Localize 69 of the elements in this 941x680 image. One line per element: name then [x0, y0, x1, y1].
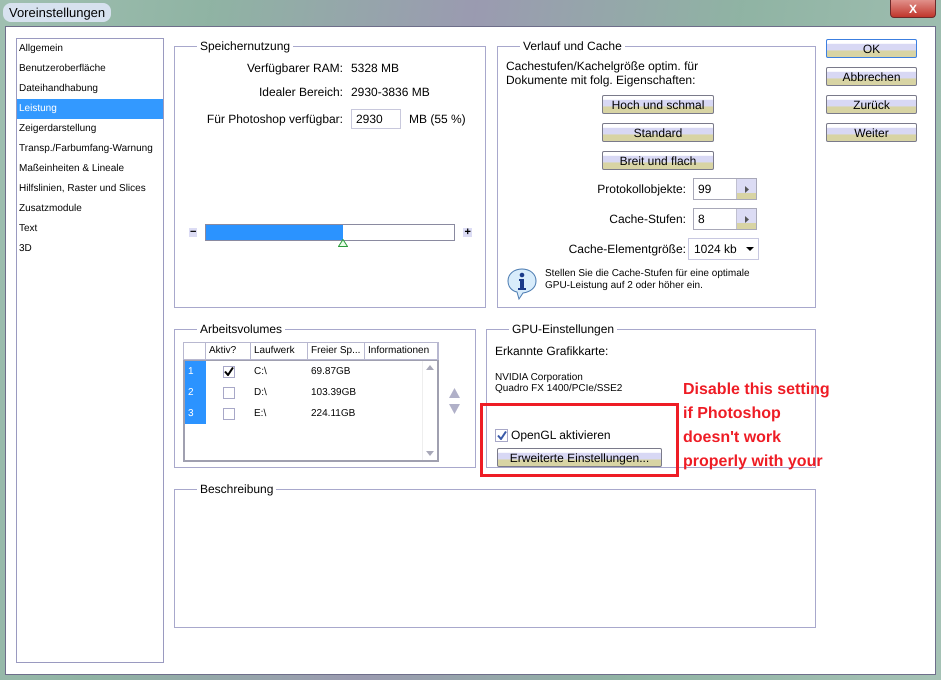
table-cell-text: 224.11GB [310, 408, 356, 419]
table-cell-text: 103.39GB [310, 387, 358, 398]
active-checkbox[interactable] [222, 366, 234, 378]
field-label: Cache-Stufen: [608, 212, 686, 226]
preset-button[interactable]: Standard [602, 123, 714, 142]
sidebar-item[interactable]: Dateihandhabung [17, 79, 163, 99]
sidebar-item[interactable]: Hilfslinien, Raster und Slices [17, 179, 163, 199]
column-header: Aktiv? [206, 343, 251, 359]
spinner-field[interactable]: 8 [693, 208, 757, 230]
increase-button[interactable]: + [463, 228, 472, 237]
close-button[interactable]: X [890, 0, 936, 18]
sidebar-item[interactable]: Transp./Farbumfang-Warnung [17, 139, 163, 159]
scroll-up-icon[interactable] [426, 365, 434, 370]
sidebar-item[interactable]: Benutzeroberfläche [17, 59, 163, 79]
sidebar-item[interactable]: Allgemein [17, 39, 163, 59]
dialog-button[interactable]: Zurück [826, 95, 917, 114]
column-header: Laufwerk [251, 343, 308, 359]
detected-card-label: Erkannte Grafikkarte: [495, 344, 610, 358]
info-icon [506, 268, 539, 300]
opengl-checkbox[interactable] [495, 428, 508, 442]
move-down-icon[interactable] [449, 404, 460, 414]
move-up-icon[interactable] [449, 388, 460, 398]
sidebar-item[interactable]: Zeigerdarstellung [17, 119, 163, 139]
scroll-down-icon[interactable] [426, 451, 434, 456]
active-checkbox[interactable] [222, 386, 234, 398]
graphics-card-name: NVIDIA Corporation Quadro FX 1400/PCIe/SSE2 [495, 372, 622, 394]
field-label: Cache-Elementgröße: [568, 242, 686, 256]
cache-description: Cachestufen/Kachelgröße optim. für Dokumente mit folg. Eigenschaften: [506, 59, 700, 87]
table-cell-text: C:\ [253, 366, 268, 377]
sidebar-item[interactable]: Maßeinheiten & Lineale [17, 159, 163, 179]
active-checkbox[interactable] [222, 408, 234, 420]
cache-hint: Stellen Sie die Cache-Stufen für eine optimale GPU-Leistung auf 2 oder höher ein. [545, 268, 750, 292]
spinner-field[interactable]: 99 [693, 178, 757, 200]
column-header: Freier Sp... [308, 343, 365, 359]
dialog-button[interactable]: OK [826, 39, 917, 58]
column-header: Informationen [365, 343, 438, 359]
panel-title: Beschreibung [199, 482, 274, 496]
table-cell-text: 69.87GB [310, 366, 352, 377]
opengl-label: OpenGL aktivieren [511, 428, 611, 442]
sidebar-item[interactable]: Text [17, 219, 163, 239]
size-dropdown[interactable]: 1024 kb [688, 238, 759, 260]
field-label: Verfügbarer RAM: [246, 61, 343, 75]
advanced-settings-button[interactable]: Erweiterte Einstellungen... [497, 448, 662, 467]
dropdown-caret-icon [746, 247, 754, 251]
panel-title: GPU-Einstellungen [511, 322, 616, 336]
panel-title: Speichernutzung [199, 39, 292, 53]
scrollbar[interactable] [422, 361, 437, 460]
dialog-button[interactable]: Weiter [826, 123, 917, 142]
dialog-button[interactable]: Abbrechen [826, 67, 917, 86]
slider-track[interactable] [205, 224, 456, 241]
field-value: 5328 MB [351, 61, 400, 75]
unit-label: MB (55 %) [409, 112, 466, 126]
field-label: Idealer Bereich: [258, 85, 343, 99]
preset-button[interactable]: Breit und flach [602, 151, 714, 170]
field-value: 2930-3836 MB [351, 85, 431, 99]
sidebar-item[interactable]: Zusatzmodule [17, 199, 163, 219]
preset-button[interactable]: Hoch und schmal [602, 95, 714, 114]
table-cell-text: D:\ [253, 387, 268, 398]
field-label: Für Photoshop verfügbar: [206, 112, 343, 126]
decrease-button[interactable]: − [189, 228, 198, 237]
memory-input[interactable]: 2930 [351, 109, 401, 129]
panel-title: Arbeitsvolumes [199, 322, 284, 336]
field-label: Protokollobjekte: [596, 182, 686, 196]
panel-title: Verlauf und Cache [522, 39, 623, 53]
window-title: Voreinstellungen [3, 3, 112, 22]
table-cell-text: E:\ [253, 408, 268, 419]
slider-thumb[interactable] [338, 239, 348, 247]
sidebar-item[interactable]: 3D [17, 239, 163, 259]
annotation-text: Disable this setting if Photoshop doesn't work properly with your [683, 380, 830, 472]
